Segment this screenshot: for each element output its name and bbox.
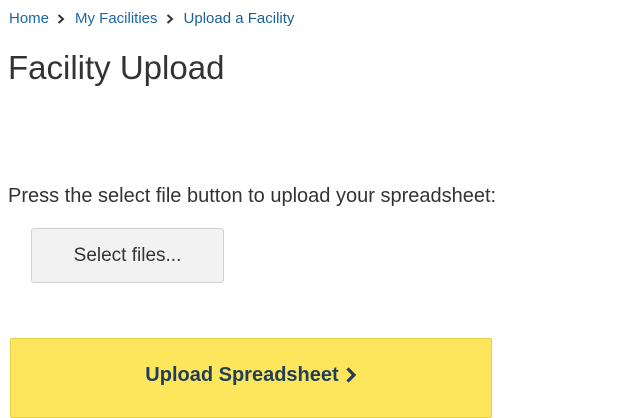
breadcrumb-current: Upload a Facility — [183, 10, 295, 27]
upload-spreadsheet-label: Upload Spreadsheet — [145, 364, 339, 386]
breadcrumb-my-facilities-link[interactable]: My Facilities — [75, 9, 158, 29]
chevron-right-icon — [166, 9, 176, 29]
upload-spreadsheet-button[interactable]: Upload Spreadsheet — [10, 338, 492, 418]
breadcrumb: Home My Facilities Upload a Facility — [9, 9, 294, 29]
select-files-button[interactable]: Select files... — [31, 228, 224, 283]
chevron-right-icon — [57, 9, 67, 29]
page-title: Facility Upload — [8, 49, 225, 86]
breadcrumb-home-link[interactable]: Home — [9, 9, 49, 29]
upload-instructions: Press the select file button to upload y… — [8, 185, 497, 207]
chevron-right-icon — [345, 367, 357, 383]
